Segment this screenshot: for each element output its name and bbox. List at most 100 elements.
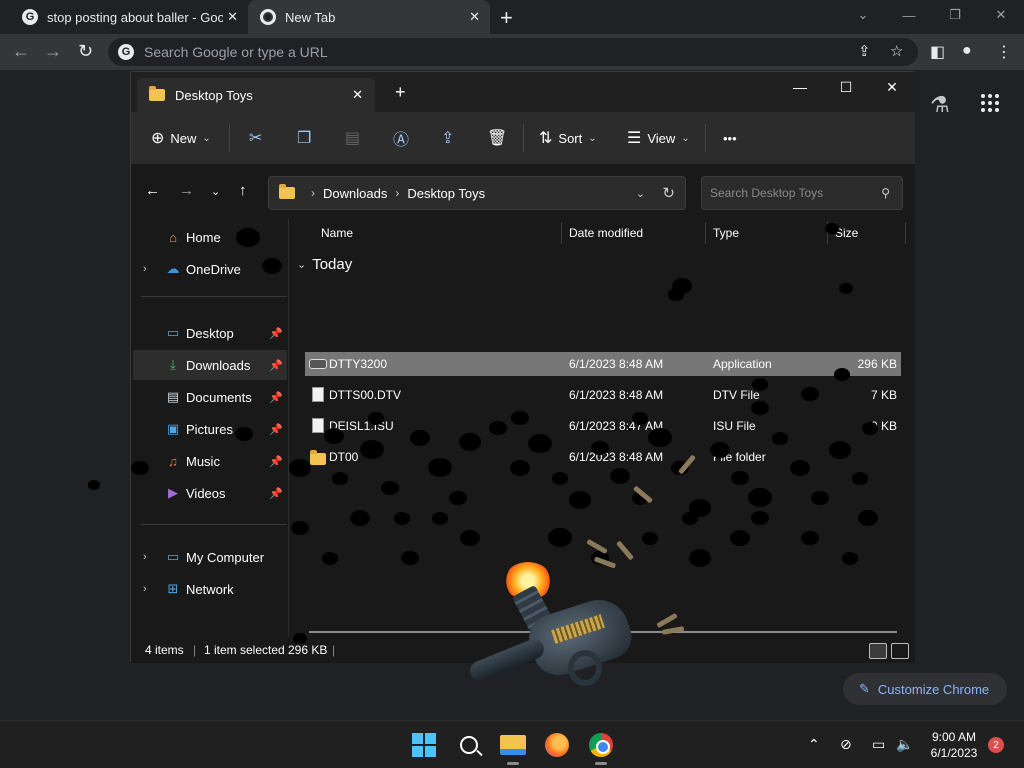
file-row[interactable]: DEISL1.ISU 6/1/2023 8:47 AM ISU File 9 K…	[305, 414, 901, 438]
profile-icon[interactable]: ●	[962, 42, 972, 60]
up-arrow-icon[interactable]: ↑	[239, 182, 247, 199]
item-count: 4 items	[145, 643, 184, 657]
recent-locations-chevron-icon[interactable]: ⌄	[211, 185, 220, 198]
side-panel-icon[interactable]: ◧	[930, 42, 945, 62]
chevron-down-icon: ⌄	[297, 259, 307, 271]
nav-item-my-computer[interactable]: › ▭ My Computer	[133, 542, 287, 572]
nav-item-onedrive[interactable]: › ☁ OneDrive	[133, 254, 287, 284]
column-header-size[interactable]: Size	[835, 218, 858, 248]
paste-button[interactable]: ▤	[345, 112, 360, 164]
close-window-icon[interactable]: ✕	[869, 72, 915, 102]
nav-item-home[interactable]: ⌂ Home	[133, 222, 287, 252]
close-tab-icon[interactable]: ✕	[469, 9, 480, 25]
column-divider[interactable]	[561, 222, 562, 244]
chrome-tab-new-tab[interactable]: New Tab ✕	[248, 0, 490, 34]
column-header-type[interactable]: Type	[713, 218, 739, 248]
nav-item-documents[interactable]: ▤ Documents 📌	[133, 382, 287, 412]
sort-button[interactable]: ⇅ Sort ⌄	[539, 112, 597, 164]
share-icon[interactable]: ⇪	[858, 42, 871, 60]
close-tab-icon[interactable]: ✕	[352, 87, 363, 103]
start-button[interactable]	[410, 731, 438, 759]
explorer-tab[interactable]: Desktop Toys ✕	[137, 78, 375, 112]
minimize-icon[interactable]: —	[777, 72, 823, 102]
close-window-icon[interactable]: ✕	[978, 0, 1024, 30]
pin-icon[interactable]: 📌	[269, 455, 283, 468]
taskbar-firefox[interactable]	[543, 731, 571, 759]
close-tab-icon[interactable]: ✕	[227, 9, 238, 25]
more-icon: •••	[723, 130, 737, 146]
pin-icon[interactable]: 📌	[269, 327, 283, 340]
pin-icon[interactable]: 📌	[269, 359, 283, 372]
share-button[interactable]: ⇪	[441, 112, 454, 164]
divider	[705, 124, 706, 152]
nav-item-downloads[interactable]: ⤓ Downloads 📌	[133, 350, 287, 380]
bookmark-star-icon[interactable]: ☆	[890, 42, 903, 60]
see-more-button[interactable]: •••	[723, 112, 737, 164]
chevron-right-icon[interactable]: ›	[143, 551, 147, 563]
omnibox[interactable]: G Search Google or type a URL	[108, 38, 918, 66]
pin-icon[interactable]: 📌	[269, 423, 283, 436]
file-row[interactable]: DTTY3200 6/1/2023 8:48 AM Application 29…	[305, 352, 901, 376]
notification-badge[interactable]: 2	[988, 737, 1004, 753]
nav-item-pictures[interactable]: ▣ Pictures 📌	[133, 414, 287, 444]
file-row[interactable]: DT00 6/1/2023 8:48 AM File folder	[305, 445, 901, 469]
column-header-name[interactable]: Name	[321, 218, 353, 248]
back-arrow-icon[interactable]: ←	[12, 41, 30, 62]
chevron-down-icon[interactable]: ⌄	[636, 187, 645, 200]
breadcrumb-downloads[interactable]: Downloads	[323, 186, 387, 201]
display-icon[interactable]: ▭	[872, 736, 885, 753]
nav-item-videos[interactable]: ▶ Videos 📌	[133, 478, 287, 508]
restore-icon[interactable]: ❐	[932, 0, 978, 30]
back-arrow-icon[interactable]: ←	[145, 182, 160, 199]
google-apps-icon[interactable]	[981, 94, 999, 112]
column-divider[interactable]	[905, 222, 906, 244]
view-button[interactable]: ☰ View ⌄	[627, 112, 690, 164]
menu-kebab-icon[interactable]: ⋮	[996, 42, 1012, 62]
minimize-icon[interactable]: —	[886, 0, 932, 30]
pin-icon[interactable]: 📌	[269, 391, 283, 404]
copy-button[interactable]: ❐	[297, 112, 311, 164]
clock-date: 6/1/2023	[930, 746, 978, 760]
chevron-right-icon[interactable]: ›	[143, 263, 147, 275]
refresh-icon[interactable]: ↻	[662, 184, 675, 202]
search-input[interactable]: Search Desktop Toys ⚲	[701, 176, 903, 210]
file-row[interactable]: DTTS00.DTV 6/1/2023 8:48 AM DTV File 7 K…	[305, 383, 901, 407]
nav-item-music[interactable]: ♫ Music 📌	[133, 446, 287, 476]
taskbar-file-explorer[interactable]	[499, 731, 527, 759]
chevron-right-icon[interactable]: ›	[143, 583, 147, 595]
new-tab-button[interactable]: +	[395, 82, 406, 103]
maximize-icon[interactable]: ☐	[823, 72, 869, 102]
labs-flask-icon[interactable]: ⚗	[930, 92, 950, 118]
address-bar[interactable]: › Downloads › Desktop Toys ⌄ ↻	[268, 176, 686, 210]
large-icons-view-icon[interactable]	[891, 643, 909, 659]
details-view-icon[interactable]	[869, 643, 887, 659]
cut-button[interactable]: ✂	[249, 112, 262, 164]
tab-search-icon[interactable]: ⌄	[840, 0, 886, 30]
breadcrumb-desktop-toys[interactable]: Desktop Toys	[407, 186, 485, 201]
taskbar-search-button[interactable]	[455, 731, 483, 759]
column-divider[interactable]	[827, 222, 828, 244]
reload-icon[interactable]: ↻	[78, 41, 93, 62]
new-tab-button[interactable]: +	[500, 5, 513, 31]
new-button[interactable]: ⊕ New ⌄	[151, 112, 211, 164]
column-divider[interactable]	[705, 222, 706, 244]
chrome-tab-search[interactable]: G stop posting about baller - Goog ✕	[4, 0, 248, 34]
group-header-today[interactable]: ⌄ Today	[297, 256, 352, 273]
rename-button[interactable]: Ⓐ	[393, 112, 409, 164]
taskbar-chrome[interactable]	[587, 731, 615, 759]
computer-icon: ▭	[166, 549, 180, 564]
forward-arrow-icon[interactable]: →	[179, 182, 194, 199]
chevron-up-icon[interactable]: ⌃	[808, 736, 820, 753]
plus-circle-icon: ⊕	[151, 130, 165, 147]
pin-icon[interactable]: 📌	[269, 487, 283, 500]
column-header-date[interactable]: Date modified	[569, 218, 643, 248]
delete-button[interactable]: 🗑	[487, 112, 507, 164]
chrome-tab-strip: G stop posting about baller - Goog ✕ New…	[0, 0, 1024, 34]
system-clock[interactable]: 9:00 AM 6/1/2023	[924, 729, 984, 761]
no-network-icon[interactable]: ⊘	[840, 736, 852, 753]
nav-item-desktop[interactable]: ▭ Desktop 📌	[133, 318, 287, 348]
nav-item-network[interactable]: › ⊞ Network	[133, 574, 287, 604]
volume-icon[interactable]: 🔈	[896, 736, 913, 753]
forward-arrow-icon[interactable]: →	[44, 41, 62, 62]
customize-chrome-button[interactable]: ✎ Customize Chrome	[843, 673, 1007, 705]
